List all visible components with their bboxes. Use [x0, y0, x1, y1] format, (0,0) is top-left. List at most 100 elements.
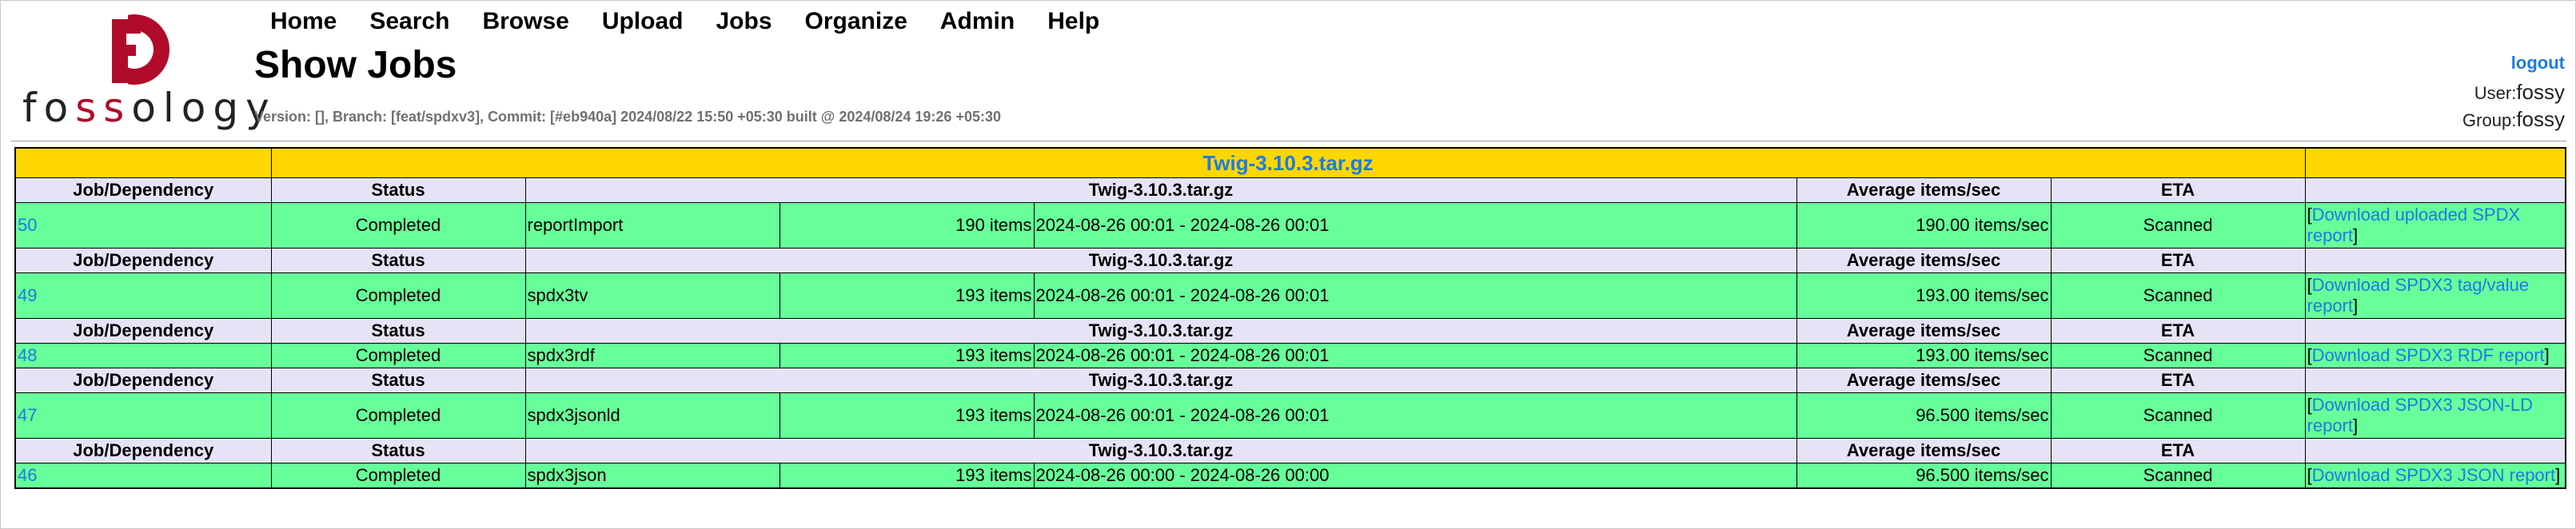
job-action-cell: [Download SPDX3 tag/value report] — [2304, 272, 2566, 319]
job-row: 49 Completed spdx3tv 193 items 2024-08-2… — [14, 272, 2566, 319]
header-job: Job/Dependency — [14, 318, 272, 344]
header-status: Status — [270, 368, 526, 393]
job-status: Completed — [270, 463, 526, 489]
header-status: Status — [270, 438, 526, 463]
page-title: Show Jobs — [254, 44, 457, 86]
job-action-cell: [Download SPDX3 JSON-LD report] — [2304, 392, 2566, 439]
menu-jobs[interactable]: Jobs — [716, 6, 772, 37]
menu-browse[interactable]: Browse — [482, 6, 568, 37]
job-status: Completed — [270, 343, 526, 368]
job-time: 2024-08-26 00:01 - 2024-08-26 00:01 — [1033, 272, 1797, 319]
job-status: Completed — [270, 202, 526, 249]
header-upload: Twig-3.10.3.tar.gz — [524, 177, 1797, 203]
header-eta: ETA — [2050, 318, 2306, 344]
upload-link[interactable]: Twig-3.10.3.tar.gz — [1202, 151, 1373, 175]
job-eta: Scanned — [2050, 392, 2306, 439]
header-eta: ETA — [2050, 177, 2306, 203]
job-header-row: Job/Dependency Status Twig-3.10.3.tar.gz… — [14, 177, 2566, 203]
upload-title-row: Twig-3.10.3.tar.gz — [14, 147, 2566, 178]
header-status: Status — [270, 248, 526, 273]
job-items: 193 items — [779, 392, 1035, 439]
header-job: Job/Dependency — [14, 177, 272, 203]
job-time: 2024-08-26 00:01 - 2024-08-26 00:01 — [1033, 343, 1797, 368]
job-avg: 190.00 items/sec — [1796, 202, 2052, 249]
job-time: 2024-08-26 00:00 - 2024-08-26 00:00 — [1033, 463, 1797, 489]
job-items: 193 items — [779, 272, 1035, 319]
menu-admin[interactable]: Admin — [940, 6, 1015, 37]
job-avg: 193.00 items/sec — [1796, 272, 2052, 319]
header-upload: Twig-3.10.3.tar.gz — [524, 248, 1797, 273]
menu-search[interactable]: Search — [369, 6, 449, 37]
job-row: 50 Completed reportImport 190 items 2024… — [14, 202, 2566, 249]
download-report-link[interactable]: Download uploaded SPDX report — [2307, 205, 2521, 245]
menu-help[interactable]: Help — [1047, 6, 1099, 37]
header-avg: Average items/sec — [1796, 438, 2052, 463]
group-name: fossy — [2516, 107, 2565, 131]
header-status: Status — [270, 177, 526, 203]
header-job: Job/Dependency — [14, 368, 272, 393]
header-avg: Average items/sec — [1796, 248, 2052, 273]
user-label: User: — [2474, 83, 2517, 103]
header-job: Job/Dependency — [14, 438, 272, 463]
logout-link[interactable]: logout — [2511, 53, 2565, 74]
job-avg: 96.500 items/sec — [1796, 392, 2052, 439]
header-job: Job/Dependency — [14, 248, 272, 273]
job-row: 48 Completed spdx3rdf 193 items 2024-08-… — [14, 343, 2566, 368]
user-info: User:fossy — [2474, 80, 2565, 105]
job-action-cell: [Download SPDX3 RDF report] — [2304, 343, 2566, 368]
download-report-link[interactable]: Download SPDX3 JSON report — [2312, 465, 2555, 485]
menu-organize[interactable]: Organize — [805, 6, 907, 37]
job-items: 193 items — [779, 463, 1035, 489]
job-header-row: Job/Dependency Status Twig-3.10.3.tar.gz… — [14, 248, 2566, 273]
header-upload: Twig-3.10.3.tar.gz — [524, 368, 1797, 393]
job-row: 47 Completed spdx3jsonld 193 items 2024-… — [14, 392, 2566, 439]
job-agent: reportImport — [524, 202, 780, 249]
job-header-row: Job/Dependency Status Twig-3.10.3.tar.gz… — [14, 318, 2566, 344]
job-eta: Scanned — [2050, 202, 2306, 249]
header-status: Status — [270, 318, 526, 344]
menu-upload[interactable]: Upload — [602, 6, 684, 37]
job-eta: Scanned — [2050, 343, 2306, 368]
menu-home[interactable]: Home — [270, 6, 337, 37]
job-action-cell: [Download uploaded SPDX report] — [2304, 202, 2566, 249]
fossology-logo-icon — [96, 11, 169, 88]
header-eta: ETA — [2050, 438, 2306, 463]
job-time: 2024-08-26 00:01 - 2024-08-26 00:01 — [1033, 392, 1797, 439]
header-upload: Twig-3.10.3.tar.gz — [524, 438, 1797, 463]
job-row: 46 Completed spdx3json 193 items 2024-08… — [14, 463, 2566, 489]
main-menu: Home Search Browse Upload Jobs Organize … — [270, 6, 1132, 37]
job-id-link[interactable]: 48 — [18, 345, 37, 365]
job-eta: Scanned — [2050, 272, 2306, 319]
job-agent: spdx3rdf — [524, 343, 780, 368]
job-id-link[interactable]: 49 — [18, 285, 37, 305]
header-eta: ETA — [2050, 368, 2306, 393]
download-report-link[interactable]: Download SPDX3 RDF report — [2312, 345, 2545, 365]
download-report-link[interactable]: Download SPDX3 tag/value report — [2307, 275, 2530, 316]
job-agent: spdx3tv — [524, 272, 780, 319]
jobs-table: Twig-3.10.3.tar.gz Job/Dependency Status… — [14, 147, 2567, 489]
job-agent: spdx3jsonld — [524, 392, 780, 439]
fossology-logo[interactable]: fossology — [18, 11, 269, 131]
job-status: Completed — [270, 272, 526, 319]
job-id-link[interactable]: 50 — [18, 215, 37, 235]
job-avg: 193.00 items/sec — [1796, 343, 2052, 368]
job-eta: Scanned — [2050, 463, 2306, 489]
header-avg: Average items/sec — [1796, 368, 2052, 393]
logo-wordmark: fossology — [22, 85, 277, 131]
job-header-row: Job/Dependency Status Twig-3.10.3.tar.gz… — [14, 438, 2566, 463]
header-avg: Average items/sec — [1796, 177, 2052, 203]
job-status: Completed — [270, 392, 526, 439]
group-info: Group:fossy — [2462, 107, 2565, 132]
job-header-row: Job/Dependency Status Twig-3.10.3.tar.gz… — [14, 368, 2566, 393]
job-id-link[interactable]: 46 — [18, 465, 37, 485]
group-label: Group: — [2462, 110, 2517, 130]
download-report-link[interactable]: Download SPDX3 JSON-LD report — [2307, 395, 2533, 436]
header-upload: Twig-3.10.3.tar.gz — [524, 318, 1797, 344]
job-items: 190 items — [779, 202, 1035, 249]
user-name: fossy — [2516, 80, 2565, 104]
job-agent: spdx3json — [524, 463, 780, 489]
header-eta: ETA — [2050, 248, 2306, 273]
version-info: Version: [], Branch: [feat/spdxv3], Comm… — [254, 109, 1001, 125]
job-id-link[interactable]: 47 — [18, 405, 37, 425]
job-avg: 96.500 items/sec — [1796, 463, 2052, 489]
